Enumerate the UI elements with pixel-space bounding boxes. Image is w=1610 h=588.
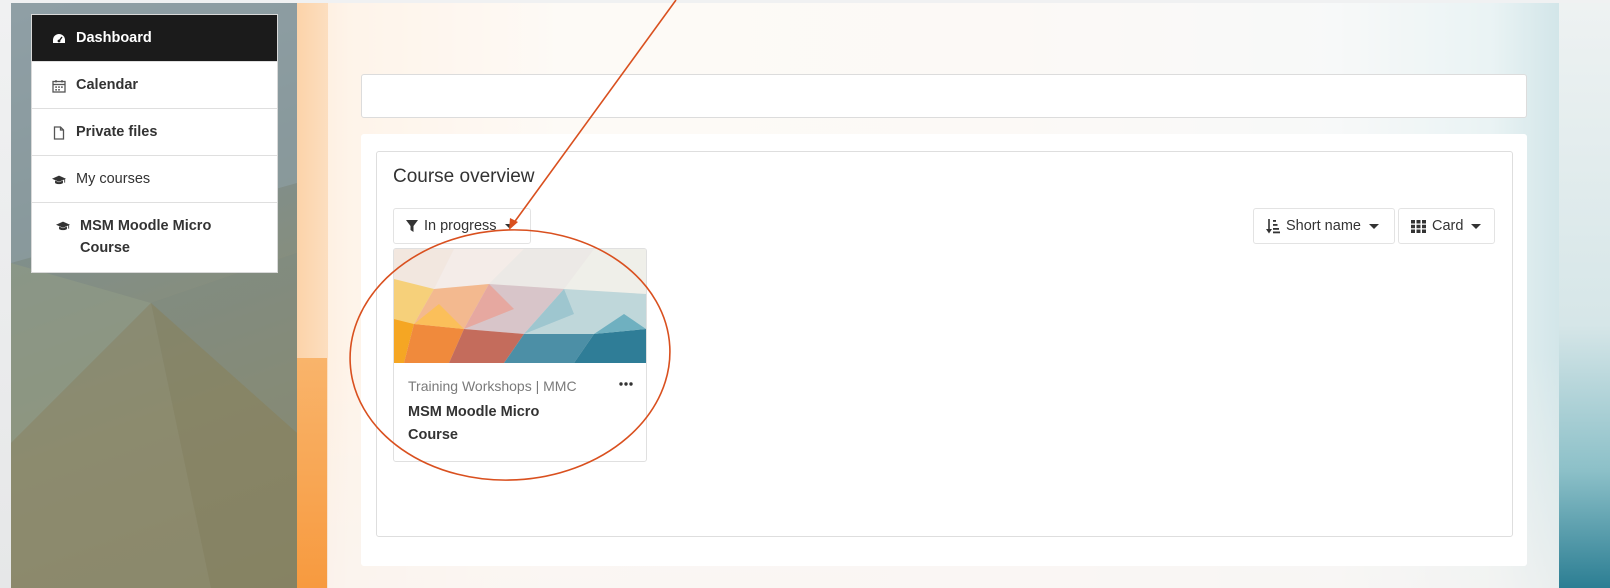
file-icon <box>52 126 66 140</box>
chevron-down-icon <box>1368 223 1379 229</box>
course-card[interactable]: Training Workshops | MMC MSM Moodle Micr… <box>393 248 647 462</box>
view-label: Card <box>1432 218 1464 234</box>
graduation-cap-icon <box>56 219 70 233</box>
sort-label: Short name <box>1286 218 1361 234</box>
sidebar-item-calendar[interactable]: Calendar <box>32 62 277 109</box>
sidebar-item-dashboard[interactable]: Dashboard <box>32 15 277 62</box>
filter-dropdown-button[interactable]: In progress <box>393 208 531 244</box>
top-block <box>361 74 1527 118</box>
course-image[interactable] <box>394 249 646 363</box>
sidebar-item-course[interactable]: MSM Moodle Micro Course <box>32 203 277 272</box>
calendar-icon <box>52 79 66 93</box>
sidebar-item-label: Private files <box>76 124 158 140</box>
chevron-down-icon <box>1471 223 1482 229</box>
sidebar-item-label: Calendar <box>76 77 139 93</box>
more-options-icon[interactable] <box>616 377 636 391</box>
course-name-link[interactable]: MSM Moodle Micro Course <box>408 401 578 447</box>
grid-icon <box>1411 219 1426 233</box>
filter-label: In progress <box>424 218 497 234</box>
sidebar-item-my-courses[interactable]: My courses <box>32 156 277 203</box>
chevron-down-icon <box>504 223 515 229</box>
sidebar-item-label: Dashboard <box>76 30 152 46</box>
view-dropdown-button[interactable]: Card <box>1398 208 1495 244</box>
right-background-edge <box>1559 3 1610 588</box>
sidebar-nav: Dashboard Calendar Private files My cour… <box>31 14 278 273</box>
sidebar-item-private-files[interactable]: Private files <box>32 109 277 156</box>
sort-icon <box>1266 218 1280 234</box>
course-overview-title: Course overview <box>393 166 535 187</box>
sort-dropdown-button[interactable]: Short name <box>1253 208 1395 244</box>
course-category: Training Workshops | MMC <box>408 378 577 394</box>
sidebar-item-label: MSM Moodle Micro Course <box>80 218 212 256</box>
sidebar-item-label: My courses <box>76 171 151 187</box>
graduation-cap-icon <box>52 173 66 187</box>
filter-icon <box>406 219 418 233</box>
dashboard-icon <box>52 32 66 46</box>
